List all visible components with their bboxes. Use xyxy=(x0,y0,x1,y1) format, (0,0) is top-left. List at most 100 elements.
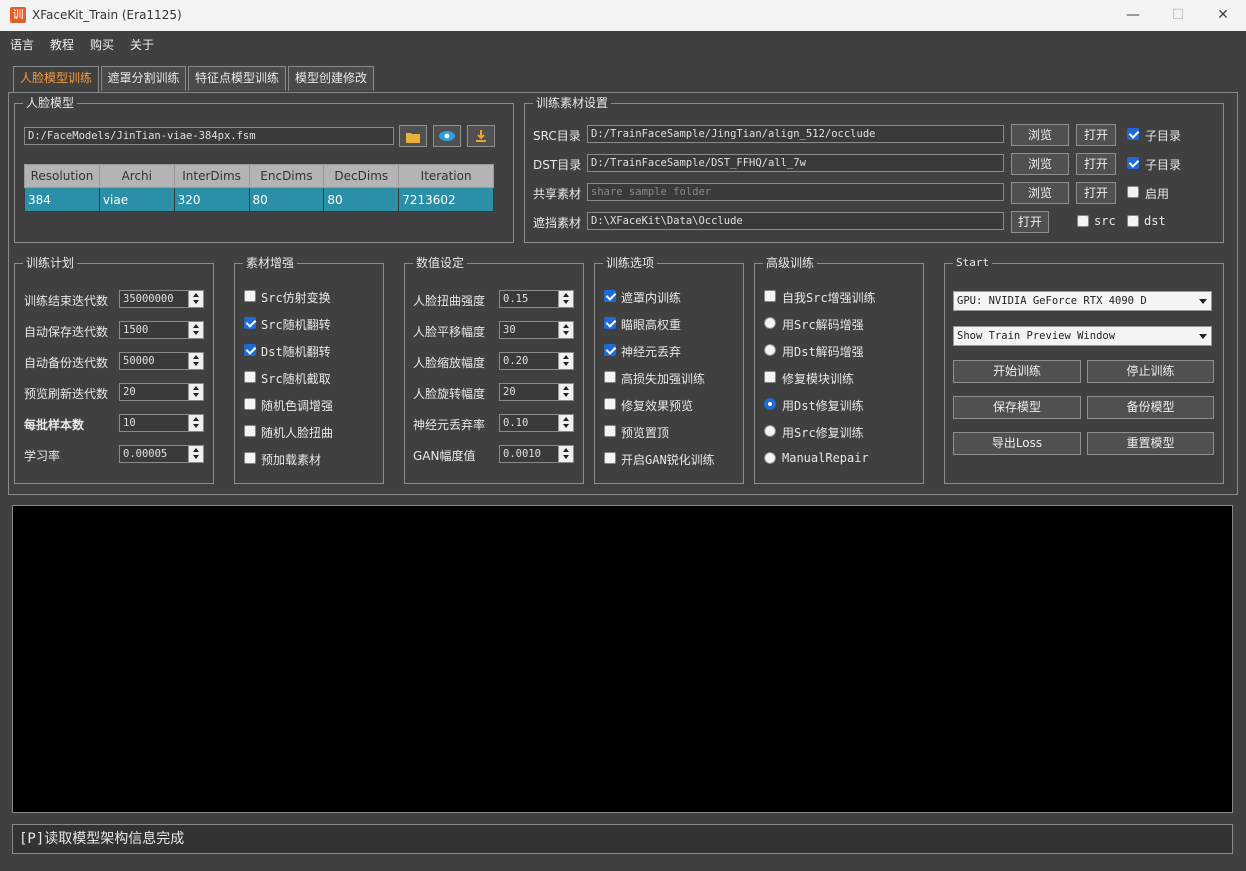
table-row[interactable]: 384 viae 320 80 80 7213602 xyxy=(24,187,494,212)
augment-checkbox[interactable] xyxy=(244,425,256,437)
tab-landmark-train[interactable]: 特征点模型训练 xyxy=(188,66,286,91)
spin-arrows-icon[interactable] xyxy=(188,415,203,431)
augment-title: 素材增强 xyxy=(243,256,298,270)
value-spinbox[interactable]: 0.0010 xyxy=(499,445,574,463)
augment-checkbox[interactable] xyxy=(244,290,256,302)
start-train-button[interactable]: 开始训练 xyxy=(953,360,1081,383)
shared-browse-button[interactable]: 浏览 xyxy=(1011,182,1069,204)
option-checkbox[interactable] xyxy=(604,398,616,410)
shared-folder-field[interactable]: share sample folder xyxy=(587,183,1004,201)
option-checkbox[interactable] xyxy=(604,317,616,329)
spinbox-value: 20 xyxy=(503,386,516,398)
plan-spinbox[interactable]: 0.00005 xyxy=(119,445,204,463)
mask-material-field[interactable]: D:\XFaceKit\Data\Occlude xyxy=(587,212,1004,230)
spin-arrows-icon[interactable] xyxy=(558,415,573,431)
spin-arrows-icon[interactable] xyxy=(188,353,203,369)
plan-label: 自动备份迭代数 xyxy=(24,356,109,370)
advanced-label: 用Src修复训练 xyxy=(782,426,864,440)
value-spinbox[interactable]: 0.15 xyxy=(499,290,574,308)
option-checkbox[interactable] xyxy=(604,452,616,464)
preview-mode-select[interactable]: Show Train Preview Window xyxy=(953,326,1212,346)
src-browse-button[interactable]: 浏览 xyxy=(1011,124,1069,146)
value-spinbox[interactable]: 20 xyxy=(499,383,574,401)
value-spinbox[interactable]: 0.10 xyxy=(499,414,574,432)
maximize-button[interactable]: ☐ xyxy=(1155,0,1201,31)
open-folder-button[interactable] xyxy=(399,125,427,147)
menu-about[interactable]: 关于 xyxy=(130,36,154,53)
augment-checkbox[interactable] xyxy=(244,371,256,383)
title-bar: 训 XFaceKit_Train (Era1125) — ☐ ✕ xyxy=(0,0,1246,31)
src-subdir-checkbox[interactable] xyxy=(1127,128,1139,140)
plan-spinbox[interactable]: 35000000 xyxy=(119,290,204,308)
advanced-radio[interactable] xyxy=(764,344,776,356)
model-path-field[interactable]: D:/FaceModels/JinTian-viae-384px.fsm xyxy=(24,127,394,145)
tab-face-model-train[interactable]: 人脸模型训练 xyxy=(13,66,99,92)
export-loss-button[interactable]: 导出Loss xyxy=(953,432,1081,455)
advanced-radio[interactable] xyxy=(764,398,776,410)
augment-checkbox[interactable] xyxy=(244,317,256,329)
menu-buy[interactable]: 购买 xyxy=(90,36,114,53)
view-model-button[interactable] xyxy=(433,125,461,147)
mask-open-button[interactable]: 打开 xyxy=(1011,211,1049,233)
spin-arrows-icon[interactable] xyxy=(188,384,203,400)
menu-tutorial[interactable]: 教程 xyxy=(50,36,74,53)
spin-arrows-icon[interactable] xyxy=(558,322,573,338)
plan-spinbox[interactable]: 50000 xyxy=(119,352,204,370)
face-model-title: 人脸模型 xyxy=(23,96,78,110)
src-dir-field[interactable]: D:/TrainFaceSample/JingTian/align_512/oc… xyxy=(587,125,1004,143)
plan-spinbox[interactable]: 10 xyxy=(119,414,204,432)
tab-mask-seg-train[interactable]: 遮罩分割训练 xyxy=(101,66,186,91)
value-spinbox[interactable]: 0.20 xyxy=(499,352,574,370)
plan-spinbox[interactable]: 1500 xyxy=(119,321,204,339)
dst-open-button[interactable]: 打开 xyxy=(1076,153,1116,175)
advanced-checkbox[interactable] xyxy=(764,371,776,383)
advanced-label: 修复模块训练 xyxy=(782,372,855,386)
option-checkbox[interactable] xyxy=(604,290,616,302)
option-label: 开启GAN锐化训练 xyxy=(621,453,715,467)
mask-src-checkbox[interactable] xyxy=(1077,215,1089,227)
option-checkbox[interactable] xyxy=(604,425,616,437)
save-model-button[interactable]: 保存模型 xyxy=(953,396,1081,419)
src-open-button[interactable]: 打开 xyxy=(1076,124,1116,146)
option-checkbox[interactable] xyxy=(604,371,616,383)
download-button[interactable] xyxy=(467,125,495,147)
plan-spinbox[interactable]: 20 xyxy=(119,383,204,401)
spin-arrows-icon[interactable] xyxy=(558,291,573,307)
shared-enable-checkbox[interactable] xyxy=(1127,186,1139,198)
reset-model-button[interactable]: 重置模型 xyxy=(1087,432,1214,455)
col-archi: Archi xyxy=(98,164,175,188)
dst-browse-button[interactable]: 浏览 xyxy=(1011,153,1069,175)
spin-arrows-icon[interactable] xyxy=(558,353,573,369)
minimize-button[interactable]: — xyxy=(1110,0,1156,31)
spinbox-value: 0.10 xyxy=(503,417,529,429)
advanced-checkbox[interactable] xyxy=(764,290,776,302)
dst-subdir-checkbox[interactable] xyxy=(1127,157,1139,169)
augment-checkbox[interactable] xyxy=(244,452,256,464)
advanced-label: 用Dst解码增强 xyxy=(782,345,864,359)
close-button[interactable]: ✕ xyxy=(1200,0,1246,31)
stop-train-button[interactable]: 停止训练 xyxy=(1087,360,1214,383)
augment-checkbox[interactable] xyxy=(244,398,256,410)
spin-arrows-icon[interactable] xyxy=(188,291,203,307)
mask-dst-checkbox[interactable] xyxy=(1127,215,1139,227)
augment-label: 随机色调增强 xyxy=(261,399,334,413)
gpu-select[interactable]: GPU: NVIDIA GeForce RTX 4090 D xyxy=(953,291,1212,311)
tab-model-create[interactable]: 模型创建修改 xyxy=(288,66,374,91)
advanced-radio[interactable] xyxy=(764,452,776,464)
spin-arrows-icon[interactable] xyxy=(188,446,203,462)
spin-arrows-icon[interactable] xyxy=(188,322,203,338)
spin-arrows-icon[interactable] xyxy=(558,446,573,462)
spin-arrows-icon[interactable] xyxy=(558,384,573,400)
advanced-radio[interactable] xyxy=(764,425,776,437)
value-spinbox[interactable]: 30 xyxy=(499,321,574,339)
option-checkbox[interactable] xyxy=(604,344,616,356)
folder-icon xyxy=(406,133,420,143)
col-decdims: DecDims xyxy=(323,164,400,188)
augment-label: 预加载素材 xyxy=(261,453,322,467)
backup-model-button[interactable]: 备份模型 xyxy=(1087,396,1214,419)
shared-open-button[interactable]: 打开 xyxy=(1076,182,1116,204)
augment-checkbox[interactable] xyxy=(244,344,256,356)
advanced-radio[interactable] xyxy=(764,317,776,329)
menu-language[interactable]: 语言 xyxy=(10,36,34,53)
dst-dir-field[interactable]: D:/TrainFaceSample/DST_FFHQ/all_7w xyxy=(587,154,1004,172)
